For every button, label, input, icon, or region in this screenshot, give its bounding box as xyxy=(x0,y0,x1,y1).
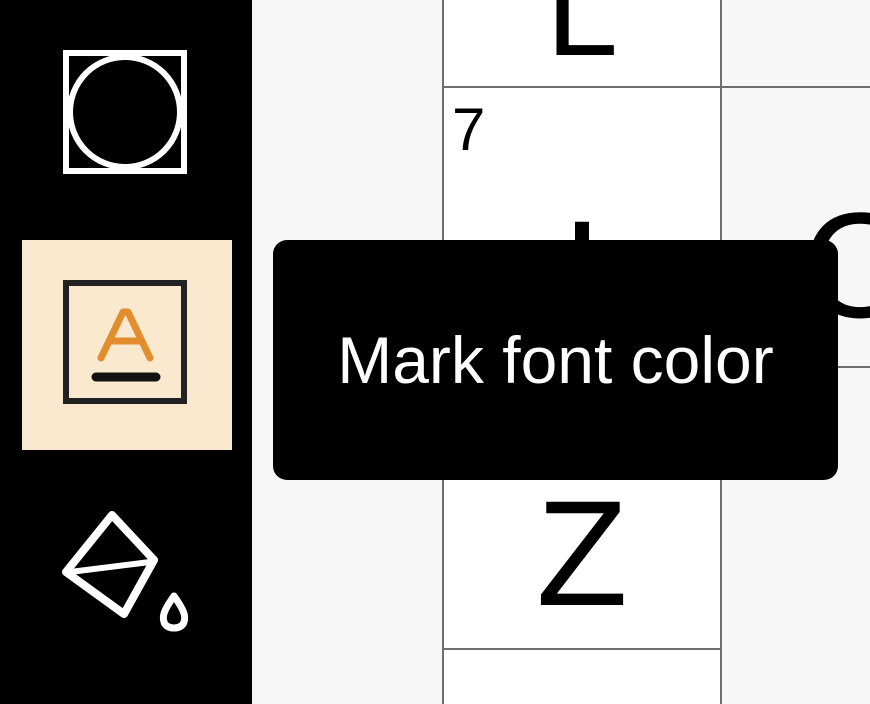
circle-tool-button[interactable] xyxy=(22,12,232,222)
toolbar xyxy=(0,0,252,704)
cell-letter: L xyxy=(545,0,619,83)
font-color-tool-button[interactable] xyxy=(22,240,232,450)
tooltip-text: Mark font color xyxy=(337,323,774,397)
cell-letter: Z xyxy=(536,469,628,637)
fill-color-tool-button[interactable] xyxy=(22,470,232,680)
circle-in-square-icon xyxy=(63,50,187,174)
grid-cell[interactable] xyxy=(442,650,722,704)
paint-bucket-icon xyxy=(62,511,189,632)
font-color-a-icon xyxy=(63,280,187,404)
cell-number: 7 xyxy=(452,96,486,163)
tooltip: Mark font color xyxy=(273,240,838,480)
grid-cell[interactable]: L xyxy=(442,0,722,86)
